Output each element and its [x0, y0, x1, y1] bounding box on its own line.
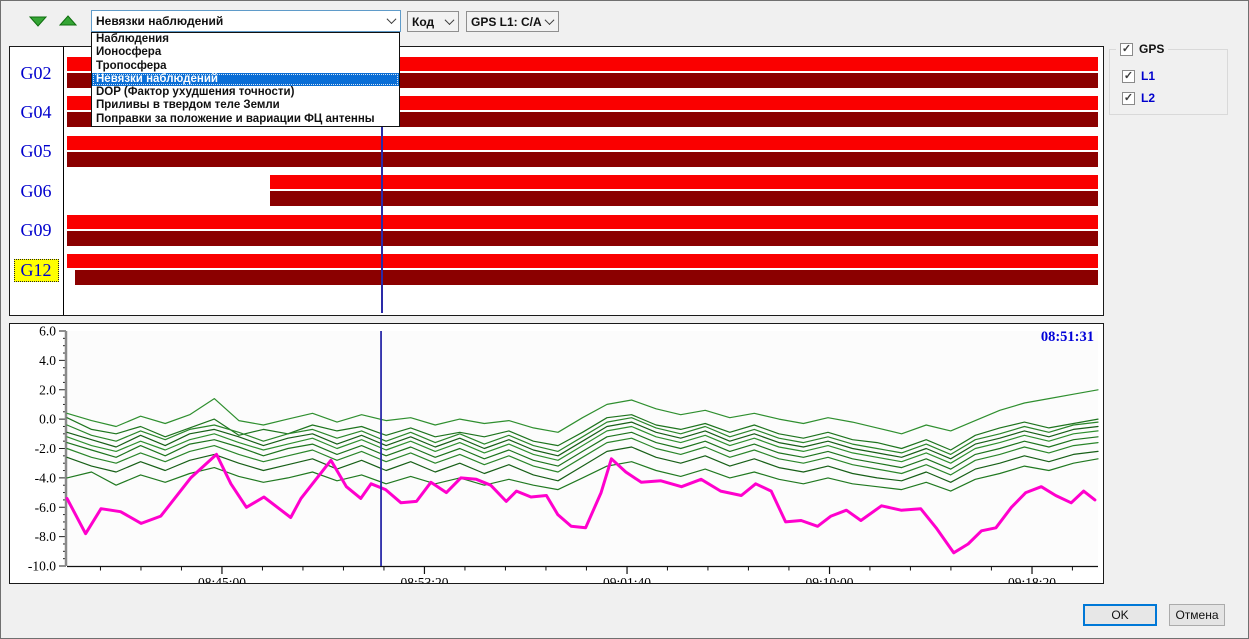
G05-l2-bar [67, 152, 1098, 167]
dropdown-option[interactable]: DOP (Фактор ухудшения точности) [92, 86, 399, 99]
signal-filter-group: ✓ GPS ✓ L1 ✓ L2 [1109, 42, 1228, 117]
y-tick-label: 2.0 [39, 382, 56, 397]
cursor-timestamp: 08:51:31 [1041, 329, 1094, 346]
G06-l1-bar [270, 175, 1098, 189]
gps-checkbox[interactable]: ✓ [1120, 43, 1133, 56]
chevron-down-icon [546, 18, 554, 26]
residuals-plot-panel: 6.0 4.0 2.0 0.0 -2.0 -4.0 -6.0 -8.0 -10.0 08:45:0… [9, 323, 1104, 584]
dropdown-option[interactable]: Ионосфера [92, 46, 399, 59]
plot-type-dropdown-list: НаблюденияИоносфераТропосфераНевязки наб… [91, 32, 400, 127]
x-tick-label: 09:01:40 [603, 575, 651, 583]
G12-l1-bar [67, 254, 1098, 268]
y-tick-label: -6.0 [35, 500, 57, 515]
G06-l2-bar [270, 191, 1098, 206]
chevron-down-icon [446, 18, 454, 26]
G09-l2-bar [67, 231, 1098, 246]
measurement-value: Код [412, 15, 434, 29]
y-tick-label: -8.0 [35, 529, 57, 544]
residuals-plot: 6.0 4.0 2.0 0.0 -2.0 -4.0 -6.0 -8.0 -10.0 08:45:0… [10, 324, 1103, 583]
move-up-button[interactable] [57, 13, 79, 29]
measurement-combobox[interactable]: Код [407, 11, 459, 32]
x-tick-label: 09:10:00 [806, 575, 854, 583]
l1-label: L1 [1141, 69, 1155, 83]
gps-label: GPS [1139, 42, 1164, 56]
dropdown-option[interactable]: Тропосфера [92, 60, 399, 73]
dropdown-option[interactable]: Поправки за положение и вариации ФЦ анте… [92, 113, 399, 126]
analysis-window: Невязки наблюдений НаблюденияИоносфераТр… [0, 0, 1249, 639]
l2-row: ✓ L2 [1122, 91, 1155, 105]
chevron-down-icon [388, 17, 396, 25]
y-tick-label: 6.0 [39, 324, 56, 339]
l2-checkbox[interactable]: ✓ [1122, 92, 1135, 105]
gps-group-row: ✓ GPS [1116, 42, 1168, 56]
plot-type-value: Невязки наблюдений [96, 14, 223, 28]
x-tick-label: 09:18:20 [1008, 575, 1056, 583]
dropdown-option[interactable]: Приливы в твердом теле Земли [92, 99, 399, 112]
green-up-triangle-icon [59, 15, 77, 27]
signal-combobox[interactable]: GPS L1: C/A [466, 11, 559, 32]
G09-l1-bar [67, 215, 1098, 229]
y-tick-label: -2.0 [35, 441, 57, 456]
green-down-triangle-icon [29, 15, 47, 27]
ok-button[interactable]: OK [1083, 604, 1157, 626]
y-tick-label: -10.0 [28, 559, 56, 574]
dropdown-option[interactable]: Невязки наблюдений [92, 73, 399, 86]
cancel-button[interactable]: Отмена [1169, 604, 1225, 626]
y-tick-label: 0.0 [39, 412, 56, 427]
signal-value: GPS L1: C/A [471, 15, 542, 29]
move-down-button[interactable] [27, 13, 49, 29]
x-tick-label: 08:53:20 [400, 575, 448, 583]
l2-label: L2 [1141, 91, 1155, 105]
G12-l2-bar [75, 270, 1098, 285]
G05-l1-bar [67, 136, 1098, 150]
l1-checkbox[interactable]: ✓ [1122, 70, 1135, 83]
dropdown-option[interactable]: Наблюдения [92, 33, 399, 46]
y-tick-label: 4.0 [39, 353, 56, 368]
l1-row: ✓ L1 [1122, 69, 1155, 83]
plot-type-combobox[interactable]: Невязки наблюдений [91, 10, 401, 32]
y-tick-label: -4.0 [35, 470, 57, 485]
x-tick-label: 08:45:00 [198, 575, 246, 583]
